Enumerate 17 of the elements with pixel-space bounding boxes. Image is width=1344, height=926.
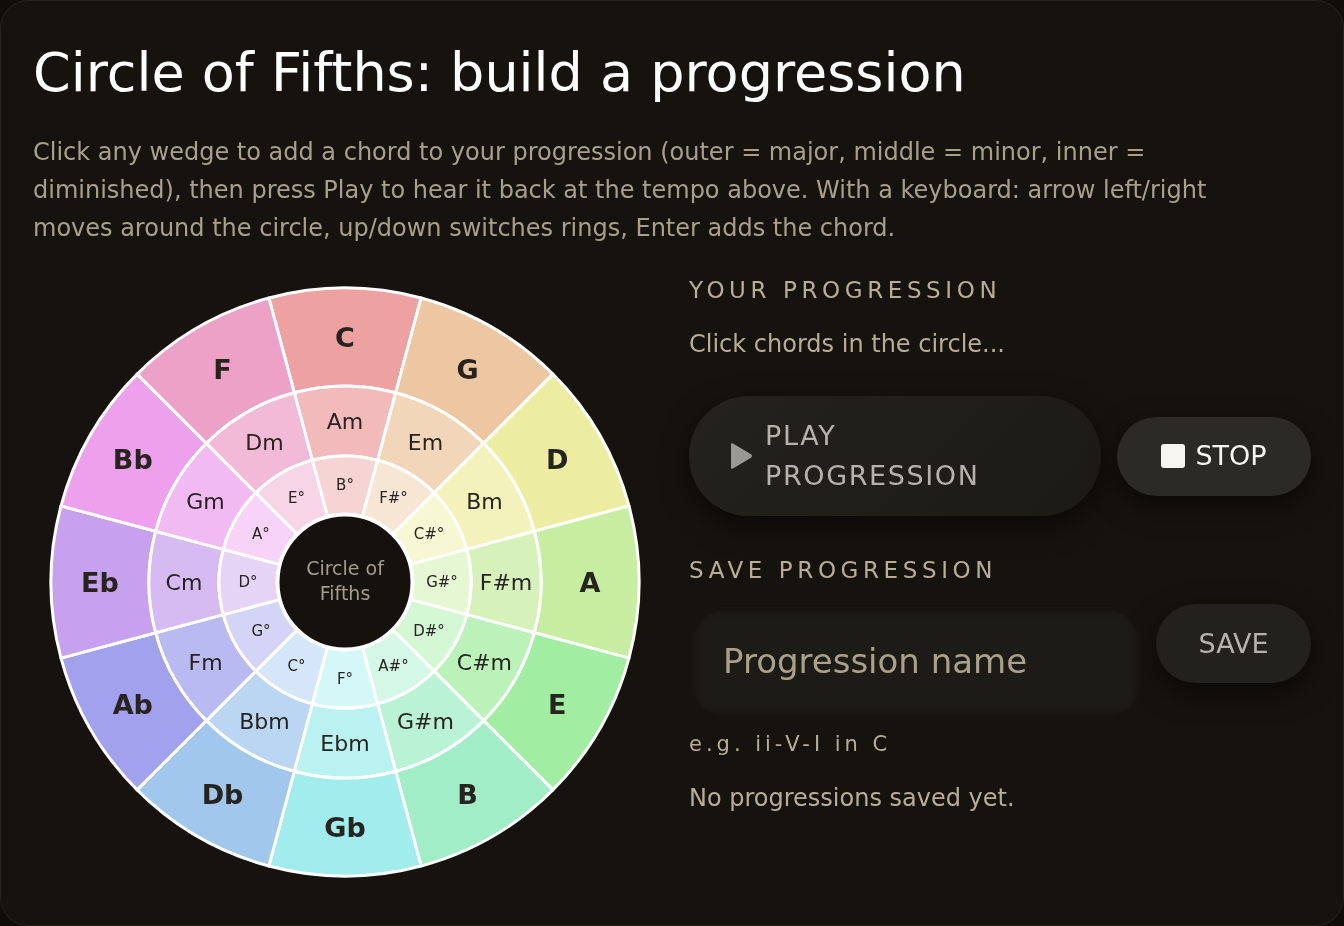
chord-wedge[interactable]: A (532, 504, 641, 660)
saved-progressions-empty-text: No progressions saved yet. (689, 783, 1015, 814)
page-title: Circle of Fifths: build a progression (33, 41, 966, 105)
chord-wedge[interactable]: Eb (49, 504, 158, 660)
section-heading: YOUR PROGRESSION (689, 276, 1002, 305)
instructions-text: Click any wedge to add a chord to your progression (outer = major, middle = minor, inner = diminished), then press Play to hear it back at the tempo above. With a keyboard: arrow left/right moves around the circle, up/down switches rings, Enter adds the chord. (33, 137, 1208, 244)
chord-wedge[interactable]: Gb (267, 769, 423, 878)
play-icon (729, 442, 753, 470)
progression-name-field[interactable]: Progression name (693, 608, 1139, 714)
hint-text: e.g. ii-V-I in C (689, 731, 892, 758)
section-heading: SAVE PROGRESSION (689, 556, 998, 585)
stop-icon (1161, 444, 1186, 468)
play-progression-button[interactable]: PLAY PROGRESSION (689, 396, 1101, 516)
center-label: Circle of Fifths (305, 556, 386, 606)
stop-button[interactable]: STOP (1117, 416, 1311, 496)
save-button[interactable]: SAVE (1156, 604, 1311, 683)
progression-empty-text: Click chords in the circle... (689, 329, 1005, 360)
